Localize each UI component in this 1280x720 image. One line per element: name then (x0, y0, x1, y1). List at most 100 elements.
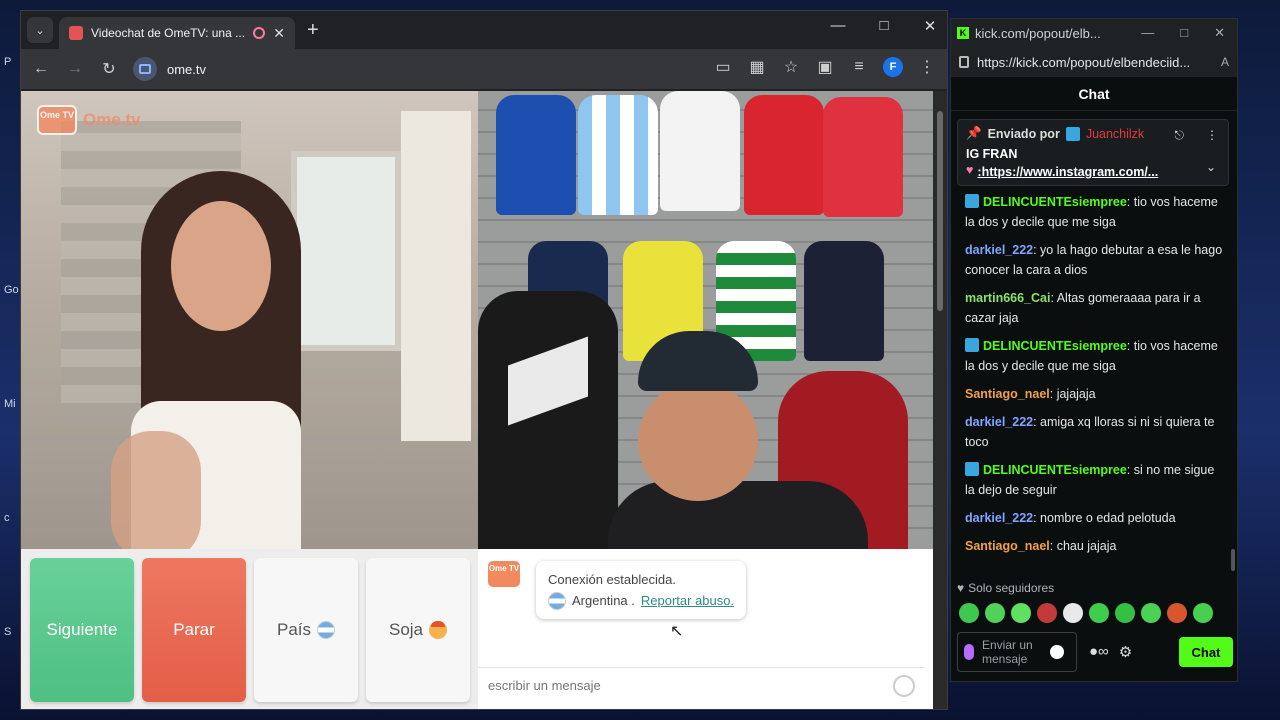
chat-username[interactable]: DELINCUENTEsiempree (983, 195, 1127, 209)
close-window-icon[interactable]: ✕ (921, 17, 939, 35)
user-badge-icon (1065, 126, 1080, 141)
minimize-icon[interactable]: — (1141, 25, 1154, 41)
read-aloud-icon[interactable]: A (1221, 55, 1229, 69)
page-content: Ome TV Ome.tv Siguiente Parar País Soja … (21, 91, 935, 709)
chat-username[interactable]: Santiago_nael (965, 539, 1050, 553)
chat-username[interactable]: darkiel_222 (965, 243, 1033, 257)
local-video: Ome TV Ome.tv (21, 91, 478, 549)
gender-button[interactable]: Soja (366, 558, 470, 702)
popout-url: https://kick.com/popout/elbendeciid... (977, 54, 1191, 70)
maximize-icon[interactable]: □ (1180, 25, 1188, 41)
menu-kebab-icon[interactable]: ⋮ (917, 57, 937, 77)
reload-icon[interactable]: ↻ (99, 59, 119, 79)
country-button[interactable]: País (254, 558, 358, 702)
settings-gear-icon[interactable]: ⚙ (1119, 643, 1132, 661)
user-badge-icon (965, 462, 979, 476)
chat-username[interactable]: Santiago_nael (965, 387, 1050, 401)
emote-icon[interactable] (1193, 603, 1213, 623)
emote-icon[interactable] (1115, 603, 1135, 623)
user-badge-icon (965, 194, 979, 208)
stop-button[interactable]: Parar (142, 558, 246, 702)
chat-messages: DELINCUENTEsiempree: tio vos haceme la d… (951, 192, 1237, 556)
browser-toolbar: ← → ↻ ome.tv ▭ ▦ ☆ ▣ ≡ F ⋮ (21, 49, 947, 89)
message-input-bar (478, 667, 925, 703)
connection-status: Conexión establecida. (548, 572, 676, 587)
ometv-chat: Ome TV Conexión establecida. Argentina .… (478, 549, 935, 709)
ometv-logo: Ome TV Ome.tv (37, 105, 141, 135)
chat-username[interactable]: martin666_Cai (965, 291, 1050, 305)
chat-username[interactable]: darkiel_222 (965, 415, 1033, 429)
emote-icon[interactable] (1037, 603, 1057, 623)
remote-person (608, 331, 868, 549)
more-options-icon[interactable]: ⋮ (1206, 128, 1218, 143)
emote-icon[interactable] (1063, 603, 1083, 623)
message-input[interactable] (488, 678, 893, 693)
next-button[interactable]: Siguiente (30, 558, 134, 702)
cast-icon[interactable]: ▭ (713, 57, 733, 77)
chat-message: darkiel_222: yo la hago debutar a esa le… (965, 240, 1223, 280)
forward-icon[interactable]: → (65, 60, 85, 78)
profile-avatar[interactable]: F (883, 57, 903, 77)
chat-username[interactable]: DELINCUENTEsiempree (983, 463, 1127, 477)
chat-scrollbar[interactable] (1231, 549, 1235, 571)
chevron-down-icon[interactable]: ⌄ (1206, 160, 1216, 174)
kick-points-icon[interactable]: ●∞ (1089, 643, 1109, 661)
emote-icon[interactable] (985, 603, 1005, 623)
chat-text: : jajajaja (1049, 387, 1096, 401)
pinned-user[interactable]: Juanchilzk (1086, 127, 1144, 141)
chat-composer: Enviar un mensaje ●∞ ⚙ Chat (957, 631, 1233, 673)
unpin-icon[interactable]: ⎋ (1175, 128, 1185, 143)
emote-icon[interactable] (1089, 603, 1109, 623)
pinned-link[interactable]: :https://www.instagram.com/... (977, 165, 1207, 179)
report-abuse-link[interactable]: Reportar abuso. (641, 590, 734, 611)
ometv-logo-text: Ome.tv (83, 110, 141, 129)
chat-input[interactable]: Enviar un mensaje (957, 632, 1077, 672)
maximize-icon[interactable]: □ (875, 17, 893, 35)
chat-username[interactable]: darkiel_222 (965, 511, 1033, 525)
pinned-message[interactable]: 📌 Enviado por Juanchilzk ⎋ ⋮ IG FRAN ♥ :… (957, 119, 1229, 186)
local-person (111, 171, 321, 549)
connection-message: Conexión establecida. Argentina . Report… (536, 561, 747, 619)
bookmark-star-icon[interactable]: ☆ (781, 57, 801, 77)
close-tab-icon[interactable]: ✕ (273, 25, 285, 42)
extensions-icon[interactable]: ▣ (815, 57, 835, 77)
followers-only-notice: ♥ Solo seguidores (957, 581, 1055, 595)
person-face-icon (429, 621, 448, 639)
popout-titlebar: K kick.com/popout/elb... — □ ✕ (951, 19, 1237, 47)
translate-icon[interactable]: ▦ (747, 57, 767, 77)
microphone-icon[interactable] (964, 644, 974, 660)
chat-message: DELINCUENTEsiempree: tio vos haceme la d… (965, 192, 1223, 232)
close-window-icon[interactable]: ✕ (1214, 25, 1225, 41)
chat-text: : chau jajaja (1049, 539, 1117, 553)
new-tab-button[interactable]: + (307, 19, 319, 42)
emoji-icon[interactable] (1050, 645, 1064, 659)
emote-icon[interactable] (1167, 603, 1187, 623)
heart-icon: ♥ (957, 581, 965, 595)
site-info-icon[interactable] (133, 57, 157, 81)
chat-header: Chat (951, 77, 1237, 111)
page-scrollbar[interactable] (933, 91, 947, 709)
back-icon[interactable]: ← (31, 60, 51, 78)
tab-ometv[interactable]: Videochat de OmeTV: una ... ✕ (59, 17, 295, 49)
emote-icon[interactable] (1011, 603, 1031, 623)
tab-search-button[interactable]: ⌄ (27, 17, 53, 43)
media-icon[interactable]: ≡ (849, 58, 869, 76)
ometv-tv-icon: Ome TV (37, 105, 77, 135)
emote-bar (959, 603, 1213, 623)
url-text: ome.tv (167, 61, 207, 77)
minimize-icon[interactable]: — (829, 17, 847, 35)
send-chat-button[interactable]: Chat (1179, 637, 1233, 667)
emote-icon[interactable] (1141, 603, 1161, 623)
tab-title: Videochat de OmeTV: una ... (91, 26, 246, 40)
chat-username[interactable]: DELINCUENTEsiempree (983, 339, 1127, 353)
pinned-text: IG FRAN (966, 147, 1018, 161)
kick-favicon-icon: K (957, 27, 969, 39)
mouse-cursor-icon: ↖ (670, 623, 684, 640)
heart-emote-icon: ♥ (966, 163, 974, 177)
pinned-sent-by: Enviado por (987, 126, 1060, 141)
desktop-text: S (4, 626, 12, 638)
chat-text: : nombre o edad pelotuda (1033, 511, 1176, 525)
emoji-icon[interactable] (893, 674, 915, 697)
toolbar-actions: ▭ ▦ ☆ ▣ ≡ F ⋮ (713, 57, 937, 77)
emote-icon[interactable] (959, 603, 979, 623)
